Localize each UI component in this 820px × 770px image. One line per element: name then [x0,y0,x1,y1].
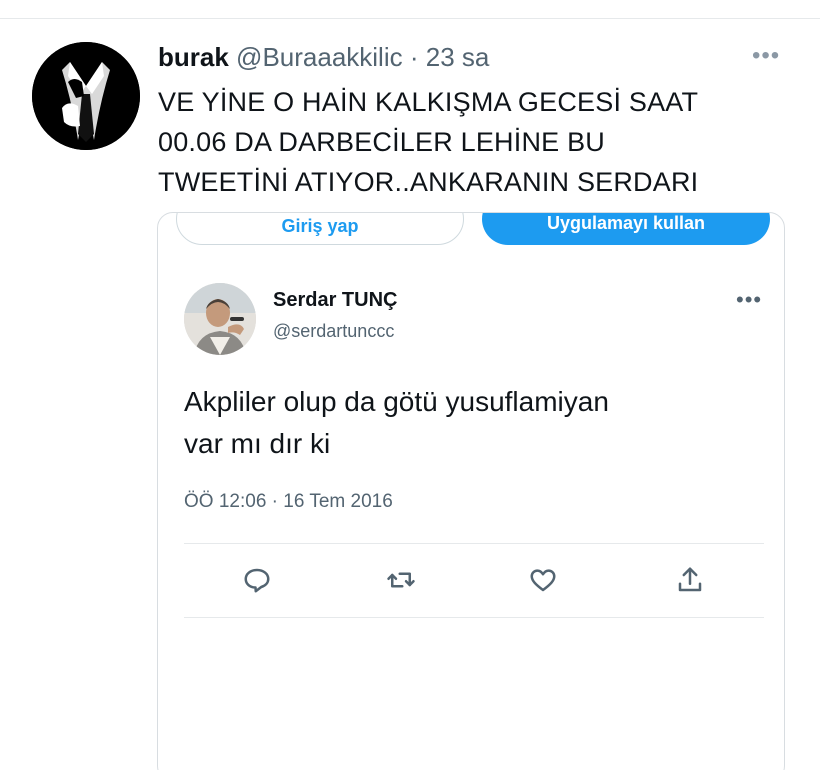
embedded-text-line: var mı dır ki [184,428,331,459]
embedded-author-handle: @serdartunccc [273,321,395,341]
embedded-author-name: Serdar TUNÇ [273,289,398,311]
tweet-text-line: 00.06 DA DARBECİLER LEHİNE BU [158,127,605,157]
divider [184,617,764,618]
tweet-time[interactable]: 23 sa [426,42,490,72]
author-handle[interactable]: @Buraaakkilic [236,42,403,72]
reply-icon [242,565,272,595]
divider [184,543,764,544]
use-app-button: Uygulamayı kullan [482,213,770,245]
embedded-text-line: Akpliler olup da götü yusuflamiyan [184,386,609,417]
suit-avatar-icon [32,42,140,150]
embedded-tweet-text: Akpliler olup da götü yusuflamiyan var m… [184,381,764,465]
person-photo-icon [184,283,256,355]
embedded-timestamp: ÖÖ 12:06 · 16 Tem 2016 [184,491,393,512]
login-button: Giriş yap [176,213,464,245]
top-divider [0,18,820,19]
tweet-header: burak @Buraaakkilic · 23 sa [158,40,489,74]
author-avatar[interactable] [32,42,140,150]
tweet-text-line: TWEETİNİ ATIYOR..ANKARANIN SERDARI [158,167,699,197]
tweet-text-line: VE YİNE O HAİN KALKIŞMA GECESİ SAAT [158,87,699,117]
tweet-text: VE YİNE O HAİN KALKIŞMA GECESİ SAAT 00.0… [158,82,778,202]
embedded-screenshot[interactable]: Giriş yap Uygulamayı kullan Serdar TUNÇ … [157,212,785,770]
author-name[interactable]: burak [158,42,229,72]
embedded-author-avatar [184,283,256,355]
more-horizontal-icon: ••• [736,287,763,312]
like-icon [528,565,558,595]
use-app-button-label: Uygulamayı kullan [546,213,706,233]
retweet-icon [386,565,416,595]
more-horizontal-icon[interactable]: ••• [752,44,784,68]
login-button-label: Giriş yap [281,216,359,236]
separator-dot: · [409,42,419,72]
share-icon [675,565,705,595]
